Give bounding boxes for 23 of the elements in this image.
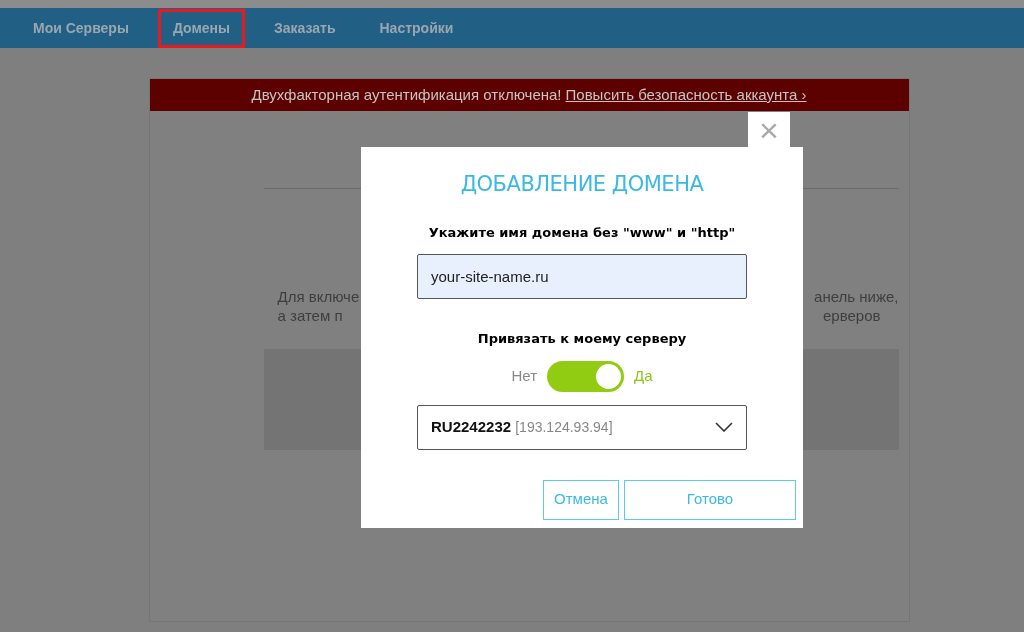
close-button[interactable]: × <box>748 112 790 148</box>
server-select[interactable]: RU2242232 [193.124.93.94] <box>417 404 747 450</box>
description-text: Для включе <box>277 287 360 306</box>
on-label: Да <box>634 365 653 386</box>
nav-tab[interactable]: Мои Серверы <box>18 8 144 48</box>
nav-tab[interactable]: Заказать <box>258 8 351 48</box>
nav-tab[interactable]: Настройки <box>364 8 469 48</box>
cancel-button[interactable]: Отмена <box>543 479 619 520</box>
server-value: RU2242232 [193.124.93.94] <box>431 416 613 437</box>
nav-tab[interactable]: Домены <box>157 8 245 48</box>
toggle-switch[interactable] <box>547 360 624 392</box>
domain-input[interactable]: your-site-name.ru <box>417 254 747 299</box>
security-link[interactable]: Повысить безопасность аккаунта › <box>565 83 807 107</box>
dialog-title: ДОБАВЛЕНИЕ ДОМЕНА <box>460 171 704 198</box>
description-text: ерверов <box>823 306 881 325</box>
bind-label: Привязать к моему серверу <box>477 330 687 348</box>
chevron-down-icon <box>715 422 733 432</box>
description-text: анель ниже, <box>814 287 899 306</box>
description-text: а затем п <box>277 306 343 325</box>
off-label: Нет <box>511 365 537 386</box>
warning-text: Двухфакторная аутентификация отключена! <box>251 84 562 105</box>
domain-label: Укажите имя домена без "www" и "http" <box>428 223 736 242</box>
done-button[interactable]: Готово <box>624 479 796 520</box>
